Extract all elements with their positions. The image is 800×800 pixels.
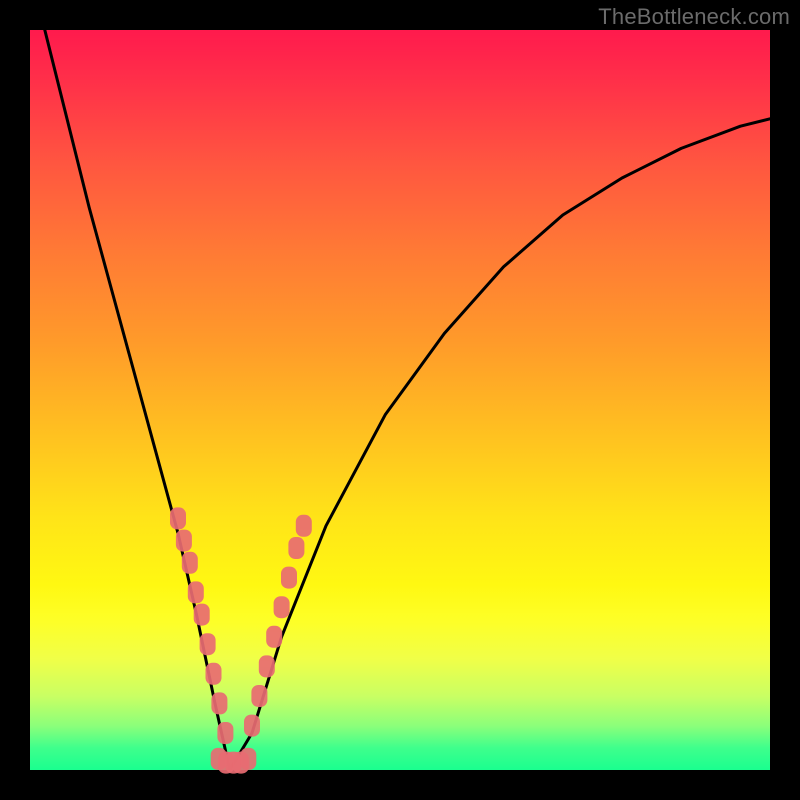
data-marker <box>274 596 290 618</box>
data-marker <box>259 655 275 677</box>
data-marker <box>244 715 260 737</box>
bottleneck-curve-path <box>45 30 770 770</box>
data-marker <box>194 604 210 626</box>
outer-frame: TheBottleneck.com <box>0 0 800 800</box>
data-marker <box>251 685 267 707</box>
data-marker <box>211 692 227 714</box>
data-marker <box>182 552 198 574</box>
chart-overlay <box>0 0 800 800</box>
marker-layer <box>170 507 312 773</box>
data-marker <box>206 663 222 685</box>
data-marker <box>281 567 297 589</box>
curve-layer <box>45 30 770 770</box>
data-marker <box>188 581 204 603</box>
data-marker <box>217 722 233 744</box>
data-marker <box>200 633 216 655</box>
data-marker <box>266 626 282 648</box>
data-marker <box>288 537 304 559</box>
data-marker <box>240 748 256 770</box>
data-marker <box>170 507 186 529</box>
data-marker <box>296 515 312 537</box>
data-marker <box>176 530 192 552</box>
